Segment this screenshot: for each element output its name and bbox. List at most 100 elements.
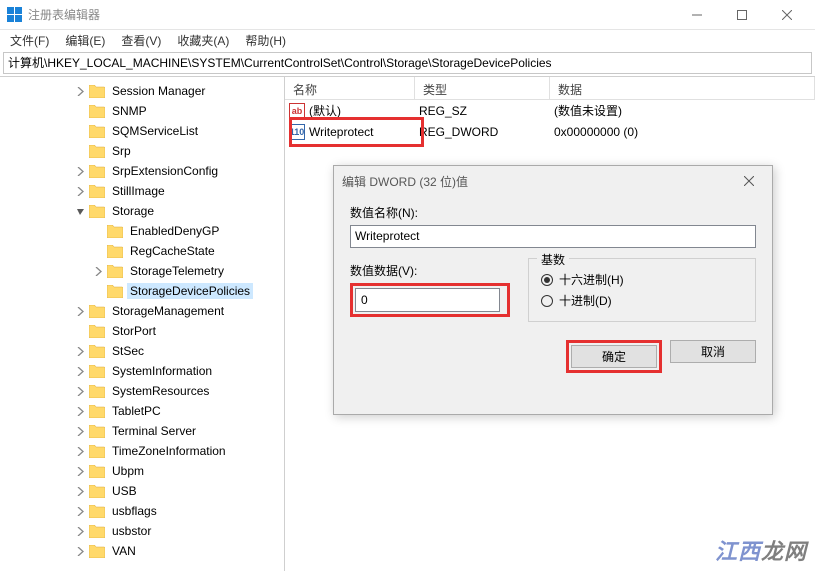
tree-item-sqmservicelist[interactable]: SQMServiceList [0, 121, 284, 141]
col-type[interactable]: 类型 [415, 77, 550, 99]
chevron-icon [92, 265, 105, 278]
tree-label: Terminal Server [109, 423, 199, 439]
tree-label: USB [109, 483, 140, 499]
menu-favorites[interactable]: 收藏夹(A) [169, 30, 237, 52]
dialog-close-button[interactable] [734, 166, 764, 196]
chevron-icon [74, 465, 87, 478]
tree-label: SNMP [109, 103, 150, 119]
tree-item-storage[interactable]: Storage [0, 201, 284, 221]
menu-file[interactable]: 文件(F) [2, 30, 57, 52]
highlight-ok: 确定 [566, 340, 662, 373]
tree-item-storagetelemetry[interactable]: StorageTelemetry [0, 261, 284, 281]
tree-label: usbflags [109, 503, 160, 519]
value-icon: ab [289, 103, 305, 119]
dialog-title-text: 编辑 DWORD (32 位)值 [342, 173, 468, 190]
list-header: 名称 类型 数据 [285, 77, 815, 100]
tree-item-srpextensionconfig[interactable]: SrpExtensionConfig [0, 161, 284, 181]
chevron-icon [74, 505, 87, 518]
value-name: Writeprotect [309, 125, 373, 139]
maximize-button[interactable] [719, 0, 764, 30]
cancel-button[interactable]: 取消 [670, 340, 756, 363]
tree-item-van[interactable]: VAN [0, 541, 284, 561]
menubar: 文件(F) 编辑(E) 查看(V) 收藏夹(A) 帮助(H) [0, 30, 815, 52]
ok-button[interactable]: 确定 [571, 345, 657, 368]
tree-item-srp[interactable]: Srp [0, 141, 284, 161]
tree-label: usbstor [109, 523, 154, 539]
tree-label: StillImage [109, 183, 168, 199]
tree-item-snmp[interactable]: SNMP [0, 101, 284, 121]
value-name-input[interactable]: Writeprotect [350, 225, 756, 248]
value-icon: 110 [289, 124, 305, 140]
chevron-icon [92, 285, 105, 298]
edit-dword-dialog: 编辑 DWORD (32 位)值 数值名称(N): Writeprotect 数… [333, 165, 773, 415]
address-bar[interactable]: 计算机\HKEY_LOCAL_MACHINE\SYSTEM\CurrentCon… [3, 52, 812, 74]
menu-view[interactable]: 查看(V) [113, 30, 169, 52]
tree-item-usbstor[interactable]: usbstor [0, 521, 284, 541]
chevron-icon [74, 445, 87, 458]
window-title: 注册表编辑器 [28, 6, 674, 23]
value-data-input[interactable]: 0 [355, 288, 500, 312]
tree-item-storport[interactable]: StorPort [0, 321, 284, 341]
chevron-icon [74, 205, 87, 218]
menu-help[interactable]: 帮助(H) [237, 30, 294, 52]
value-name-label: 数值名称(N): [350, 204, 756, 221]
chevron-icon [74, 525, 87, 538]
base-group: 基数 十六进制(H) 十进制(D) [528, 258, 756, 322]
value-name: (默认) [309, 102, 341, 119]
tree-item-ubpm[interactable]: Ubpm [0, 461, 284, 481]
tree-label: Session Manager [109, 83, 208, 99]
app-icon [6, 7, 22, 23]
tree-label: StorageDevicePolicies [127, 283, 253, 299]
col-data[interactable]: 数据 [550, 77, 815, 99]
tree-label: StorageTelemetry [127, 263, 227, 279]
list-row[interactable]: ab(默认)REG_SZ(数值未设置) [285, 100, 815, 121]
value-data: 0x00000000 (0) [550, 125, 815, 139]
list-row[interactable]: 110 Writeprotect REG_DWORD0x00000000 (0) [285, 121, 815, 142]
tree-item-terminal-server[interactable]: Terminal Server [0, 421, 284, 441]
chevron-icon [92, 245, 105, 258]
chevron-icon [74, 385, 87, 398]
tree-item-storagemanagement[interactable]: StorageManagement [0, 301, 284, 321]
tree-item-stsec[interactable]: StSec [0, 341, 284, 361]
chevron-icon [74, 145, 87, 158]
tree-label: StSec [109, 343, 147, 359]
tree-label: TabletPC [109, 403, 164, 419]
tree-label: SystemResources [109, 383, 212, 399]
tree-item-systeminformation[interactable]: SystemInformation [0, 361, 284, 381]
value-data: (数值未设置) [550, 102, 815, 119]
chevron-icon [74, 365, 87, 378]
value-type: REG_DWORD [415, 125, 550, 139]
tree-label: SystemInformation [109, 363, 215, 379]
tree-item-usb[interactable]: USB [0, 481, 284, 501]
radio-dec[interactable]: 十进制(D) [541, 292, 743, 309]
tree-item-usbflags[interactable]: usbflags [0, 501, 284, 521]
tree-view[interactable]: Session Manager SNMP SQMServiceList Srp SrpE… [0, 77, 285, 571]
chevron-icon [74, 105, 87, 118]
chevron-icon [92, 225, 105, 238]
tree-label: SrpExtensionConfig [109, 163, 221, 179]
tree-item-regcachestate[interactable]: RegCacheState [0, 241, 284, 261]
window-controls [674, 0, 809, 30]
tree-item-systemresources[interactable]: SystemResources [0, 381, 284, 401]
tree-item-timezoneinformation[interactable]: TimeZoneInformation [0, 441, 284, 461]
chevron-icon [74, 425, 87, 438]
chevron-icon [74, 305, 87, 318]
tree-label: Srp [109, 143, 134, 159]
menu-edit[interactable]: 编辑(E) [57, 30, 113, 52]
tree-item-session-manager[interactable]: Session Manager [0, 81, 284, 101]
tree-label: EnabledDenyGP [127, 223, 222, 239]
chevron-icon [74, 545, 87, 558]
chevron-icon [74, 165, 87, 178]
tree-item-storagedevicepolicies[interactable]: StorageDevicePolicies [0, 281, 284, 301]
tree-label: SQMServiceList [109, 123, 201, 139]
tree-item-stillimage[interactable]: StillImage [0, 181, 284, 201]
minimize-button[interactable] [674, 0, 719, 30]
col-name[interactable]: 名称 [285, 77, 415, 99]
tree-item-tabletpc[interactable]: TabletPC [0, 401, 284, 421]
tree-item-enableddenygp[interactable]: EnabledDenyGP [0, 221, 284, 241]
close-button[interactable] [764, 0, 809, 30]
chevron-icon [74, 125, 87, 138]
radio-hex[interactable]: 十六进制(H) [541, 271, 743, 288]
chevron-icon [74, 405, 87, 418]
tree-label: TimeZoneInformation [109, 443, 229, 459]
